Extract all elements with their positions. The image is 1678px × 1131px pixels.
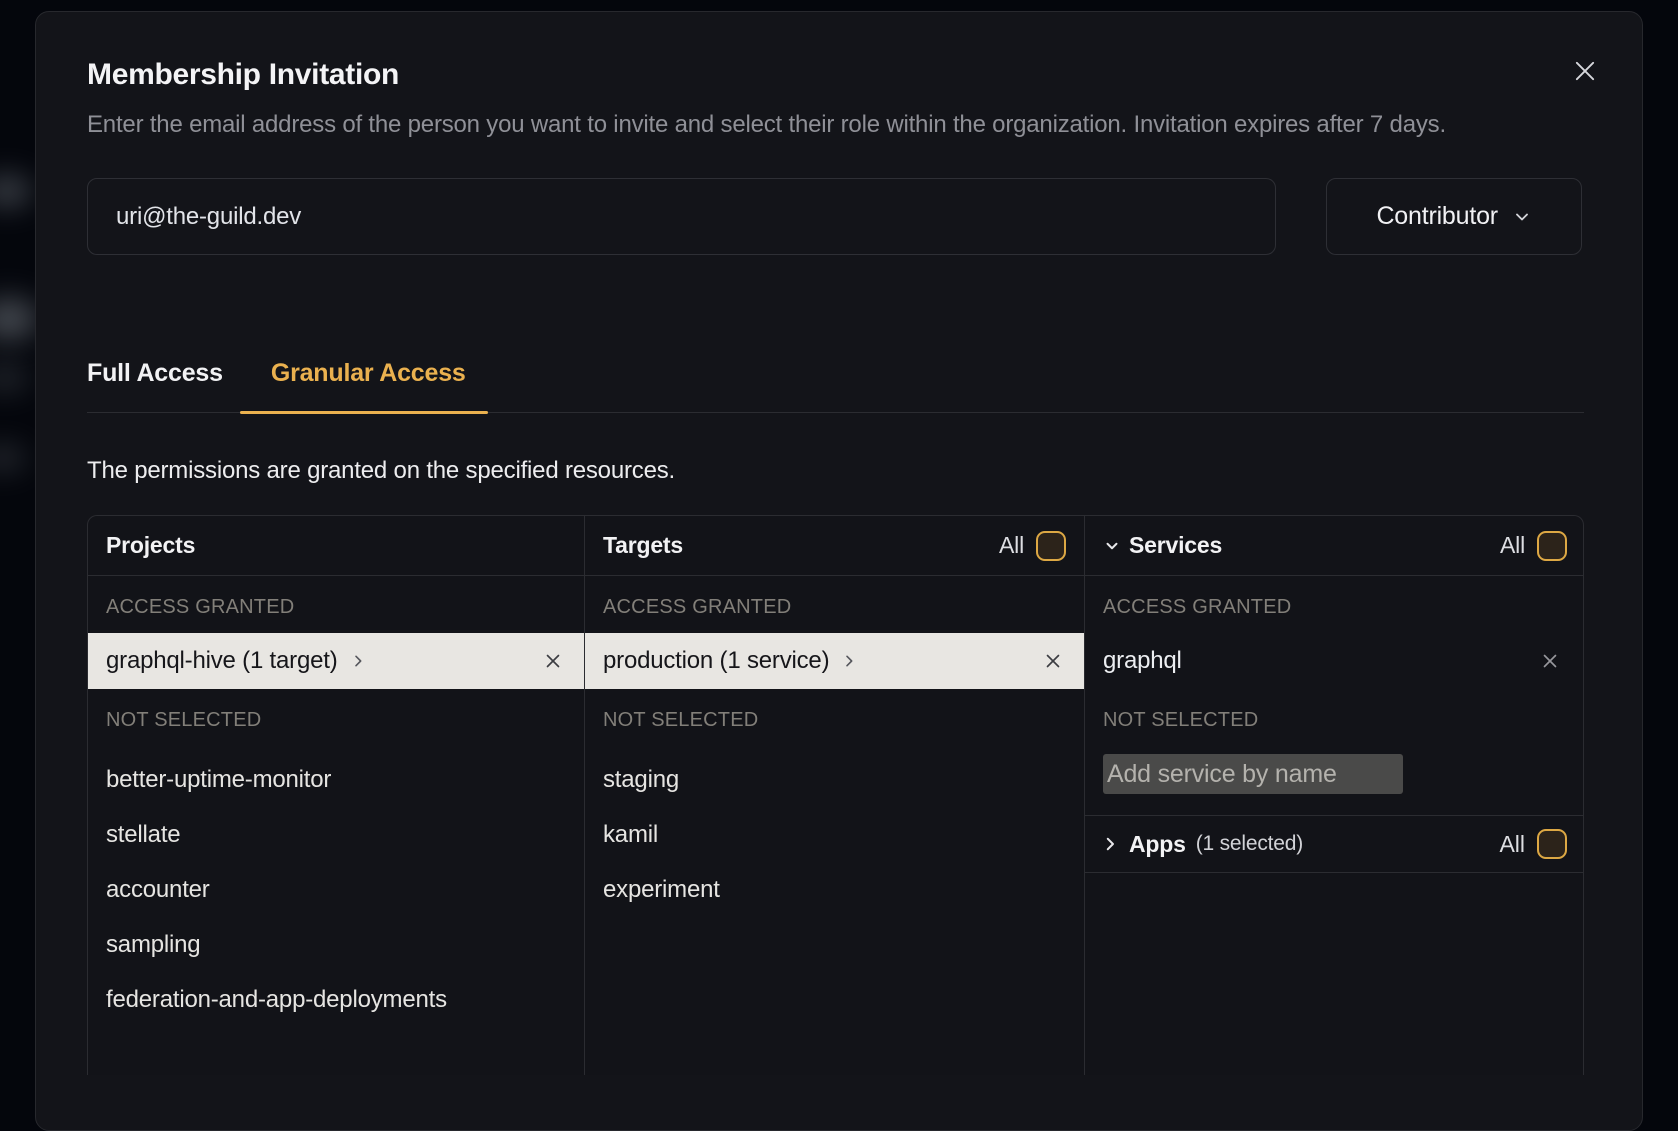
apps-title: Apps bbox=[1129, 831, 1186, 858]
chevron-right-icon bbox=[841, 653, 857, 669]
services-title: Services bbox=[1129, 532, 1222, 559]
selected-target-label: production (1 service) bbox=[603, 647, 829, 675]
chevron-down-icon bbox=[1512, 207, 1532, 227]
target-list-item[interactable]: kamil bbox=[585, 807, 1084, 862]
background-blur-blob bbox=[0, 356, 40, 400]
project-list-item[interactable]: accounter bbox=[88, 862, 584, 917]
targets-not-selected-list: staging kamil experiment bbox=[585, 752, 1084, 917]
targets-all-label: All bbox=[999, 532, 1024, 559]
apps-all-wrap: All bbox=[1499, 829, 1567, 859]
granted-service-label: graphql bbox=[1103, 647, 1182, 675]
remove-project-icon[interactable] bbox=[542, 650, 564, 672]
project-list-item[interactable]: federation-and-app-deployments bbox=[88, 972, 584, 1027]
not-selected-label: NOT SELECTED bbox=[88, 689, 584, 746]
resources-table: Projects ACCESS GRANTED graphql-hive (1 … bbox=[87, 515, 1584, 1075]
not-selected-label: NOT SELECTED bbox=[585, 689, 1084, 746]
email-input[interactable] bbox=[87, 178, 1276, 255]
access-granted-label: ACCESS GRANTED bbox=[1085, 576, 1584, 633]
access-granted-label: ACCESS GRANTED bbox=[585, 576, 1084, 633]
apps-count: (1 selected) bbox=[1196, 832, 1303, 856]
projects-column-header: Projects bbox=[88, 516, 584, 576]
targets-all-wrap: All bbox=[999, 531, 1066, 561]
access-granted-label: ACCESS GRANTED bbox=[88, 576, 584, 633]
remove-target-icon[interactable] bbox=[1042, 650, 1064, 672]
selected-target-row[interactable]: production (1 service) bbox=[585, 633, 1084, 689]
targets-all-checkbox[interactable] bbox=[1036, 531, 1066, 561]
services-all-checkbox[interactable] bbox=[1537, 531, 1567, 561]
targets-title: Targets bbox=[603, 532, 683, 559]
projects-column: Projects ACCESS GRANTED graphql-hive (1 … bbox=[88, 516, 585, 1075]
chevron-down-icon bbox=[1103, 537, 1121, 555]
target-list-item[interactable]: experiment bbox=[585, 862, 1084, 917]
chevron-right-icon bbox=[350, 653, 366, 669]
modal-description: Enter the email address of the person yo… bbox=[87, 106, 1582, 144]
granted-service-row[interactable]: graphql bbox=[1085, 633, 1584, 689]
selected-project-label: graphql-hive (1 target) bbox=[106, 647, 338, 675]
target-list-item[interactable]: staging bbox=[585, 752, 1084, 807]
apps-row[interactable]: Apps (1 selected) All bbox=[1085, 815, 1584, 873]
add-service-input[interactable] bbox=[1103, 754, 1403, 794]
role-dropdown[interactable]: Contributor bbox=[1326, 178, 1582, 255]
tab-granular-access[interactable]: Granular Access bbox=[255, 359, 482, 412]
targets-column: Targets All ACCESS GRANTED production (1… bbox=[585, 516, 1085, 1075]
permissions-note: The permissions are granted on the speci… bbox=[87, 457, 1582, 485]
not-selected-label: NOT SELECTED bbox=[1085, 689, 1584, 746]
projects-not-selected-list: better-uptime-monitor stellate accounter… bbox=[88, 752, 584, 1027]
modal-title: Membership Invitation bbox=[87, 58, 1582, 92]
close-icon[interactable] bbox=[1568, 54, 1602, 88]
role-dropdown-value: Contributor bbox=[1376, 202, 1497, 231]
remove-service-icon[interactable] bbox=[1539, 650, 1561, 672]
services-all-wrap: All bbox=[1500, 531, 1567, 561]
membership-invitation-modal: Membership Invitation Enter the email ad… bbox=[35, 11, 1643, 1131]
apps-all-checkbox[interactable] bbox=[1537, 829, 1567, 859]
services-column: Services All ACCESS GRANTED graphql NOT … bbox=[1085, 516, 1584, 1075]
targets-column-header: Targets All bbox=[585, 516, 1084, 576]
project-list-item[interactable]: sampling bbox=[88, 917, 584, 972]
invite-row: Contributor bbox=[87, 178, 1582, 255]
chevron-right-icon bbox=[1101, 835, 1119, 853]
project-list-item[interactable]: stellate bbox=[88, 807, 584, 862]
tab-full-access[interactable]: Full Access bbox=[87, 359, 243, 412]
apps-all-label: All bbox=[1499, 831, 1525, 858]
background-blur-blob bbox=[0, 438, 36, 478]
services-all-label: All bbox=[1500, 532, 1525, 559]
services-column-header[interactable]: Services All bbox=[1085, 516, 1584, 576]
projects-title: Projects bbox=[106, 532, 195, 559]
selected-project-row[interactable]: graphql-hive (1 target) bbox=[88, 633, 584, 689]
project-list-item[interactable]: better-uptime-monitor bbox=[88, 752, 584, 807]
access-tabs: Full Access Granular Access bbox=[87, 359, 1584, 413]
